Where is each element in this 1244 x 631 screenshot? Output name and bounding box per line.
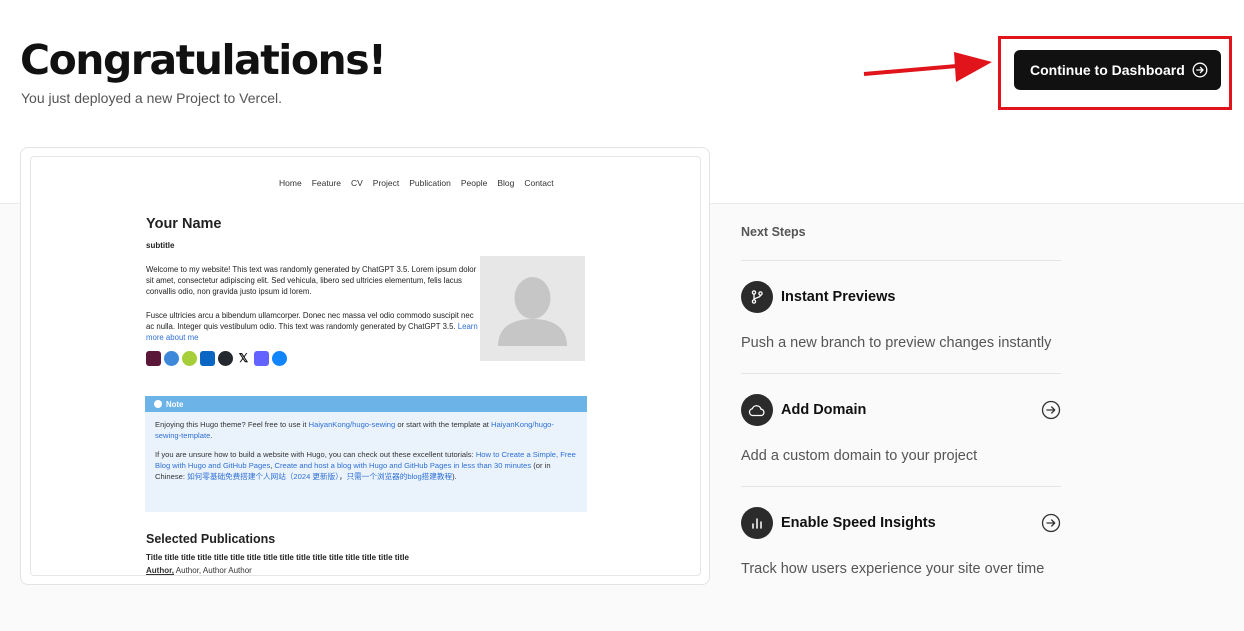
avatar-placeholder [480, 256, 585, 361]
preview-nav-feature: Feature [311, 178, 341, 188]
linkedin-icon [200, 351, 215, 366]
note-text: or start with the template at [395, 420, 492, 429]
speed-insights-arrow-icon[interactable] [1041, 513, 1061, 533]
orcid-icon [182, 351, 197, 366]
note-text: . [210, 431, 213, 440]
note-text: ， [338, 472, 347, 481]
git-branch-icon [741, 281, 773, 313]
note-link: HaiyanKong/hugo-sewing [308, 420, 396, 429]
speed-insights-desc: Track how users experience your site ove… [741, 561, 1045, 577]
github-icon [218, 351, 233, 366]
divider [741, 260, 1061, 261]
info-icon [154, 400, 162, 408]
continue-to-dashboard-label: Continue to Dashboard [1030, 62, 1185, 78]
person-silhouette-icon [498, 277, 567, 346]
bluesky-icon [272, 351, 287, 366]
preview-nav: Home Feature CV Project Publication Peop… [279, 178, 554, 188]
note-text: ). [452, 472, 457, 481]
git-branch-glyph [751, 290, 763, 304]
publication-main-author: Author, [146, 566, 174, 575]
preview-publications-title: Selected Publications [146, 532, 276, 546]
speed-insights-title: Enable Speed Insights [781, 515, 936, 531]
mastodon-icon [254, 351, 269, 366]
note-header: Note [145, 396, 587, 412]
note-paragraph-1: Enjoying this Hugo theme? Feel free to u… [145, 419, 587, 441]
cloud-icon [741, 394, 773, 426]
divider [741, 486, 1061, 487]
divider [741, 373, 1061, 374]
preview-site-name: Your Name [146, 216, 222, 232]
preview-site-subtitle: subtitle [146, 241, 175, 250]
preview-social-icons: 𝕏 [146, 351, 287, 366]
preview-publication-authors: Author, Author, Author Author [146, 566, 252, 575]
continue-to-dashboard-button[interactable]: Continue to Dashboard [1014, 50, 1221, 90]
page-title: Congratulations! [20, 36, 387, 84]
x-icon: 𝕏 [236, 351, 251, 366]
note-paragraph-2: If you are unsure how to build a website… [145, 449, 587, 482]
preview-note-box: Note Enjoying this Hugo theme? Feel free… [145, 396, 587, 512]
note-text: Enjoying this Hugo theme? Feel free to u… [155, 420, 309, 429]
preview-nav-publication: Publication [409, 178, 451, 188]
note-text: If you are unsure how to build a website… [155, 450, 476, 459]
email-icon [146, 351, 161, 366]
annotation-arrow-icon [863, 52, 992, 82]
deployment-screenshot: Home Feature CV Project Publication Peop… [30, 156, 701, 576]
academic-cap-icon [164, 351, 179, 366]
add-domain-title: Add Domain [781, 402, 867, 418]
next-steps-heading: Next Steps [741, 225, 806, 239]
preview-intro-paragraph: Welcome to my website! This text was ran… [146, 265, 477, 296]
note-link: 如何零基础免费搭建个人网站（2024 更新版） [187, 472, 339, 481]
preview-nav-cv: CV [350, 178, 363, 188]
deployment-preview-card[interactable]: Home Feature CV Project Publication Peop… [20, 147, 710, 585]
instant-previews-title: Instant Previews [781, 289, 896, 305]
preview-nav-project: Project [372, 178, 400, 188]
cloud-glyph [748, 405, 765, 417]
arrow-right-circle-icon [1192, 62, 1208, 78]
bar-chart-glyph [752, 518, 762, 529]
note-label: Note [166, 399, 184, 409]
page-subtitle: You just deployed a new Project to Verce… [21, 90, 282, 106]
publication-other-authors: Author, Author Author [174, 566, 252, 575]
preview-nav-home: Home [279, 178, 302, 188]
preview-second-paragraph-text: Fusce ultricies arcu a bibendum ullamcor… [146, 311, 474, 331]
note-link: Create and host a blog with Hugo and Git… [274, 461, 532, 470]
instant-previews-desc: Push a new branch to preview changes ins… [741, 335, 1052, 351]
add-domain-arrow-icon[interactable] [1041, 400, 1061, 420]
preview-nav-contact: Contact [524, 178, 554, 188]
preview-nav-people: People [460, 178, 488, 188]
note-link: 只需一个浏览器的blog搭建教程 [346, 472, 453, 481]
preview-nav-blog: Blog [497, 178, 515, 188]
bar-chart-icon [741, 507, 773, 539]
preview-second-paragraph: Fusce ultricies arcu a bibendum ullamcor… [146, 310, 478, 343]
preview-publication-title: Title title title title title title titl… [146, 553, 409, 562]
add-domain-desc: Add a custom domain to your project [741, 448, 978, 464]
